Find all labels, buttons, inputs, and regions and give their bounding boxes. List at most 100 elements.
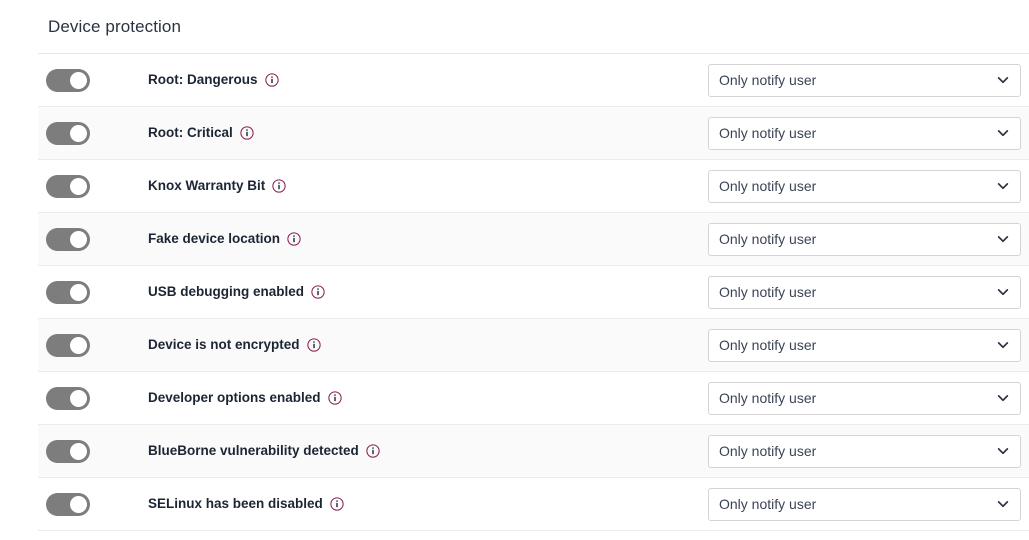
action-select-value: Only notify user [719, 284, 817, 300]
select-cell: Only notify user [708, 169, 1029, 203]
toggle-usb-debugging-enabled[interactable] [46, 280, 90, 304]
action-select[interactable]: Only notify user [708, 434, 1021, 468]
select-cell: Only notify user [708, 222, 1029, 256]
chevron-down-icon [997, 501, 1009, 508]
toggle-cell [38, 68, 148, 92]
toggle-blueborne-vulnerability-detected[interactable] [46, 439, 90, 463]
row-label: Developer options enabled [148, 390, 321, 405]
chevron-down-icon [997, 77, 1009, 84]
info-circle-icon[interactable] [330, 497, 344, 511]
action-select-value: Only notify user [719, 390, 817, 406]
device-protection-rows: Root: Dangerous Only notify user Root: C… [38, 54, 1029, 531]
action-select[interactable]: Only notify user [708, 116, 1021, 150]
info-circle-icon[interactable] [327, 391, 342, 405]
action-select[interactable]: Only notify user [708, 275, 1021, 309]
action-select[interactable]: Only notify user [708, 169, 1021, 203]
page-title: Device protection [48, 17, 182, 36]
toggle-cell [38, 227, 148, 251]
label-cell: Device is not encrypted [148, 336, 708, 354]
toggle-knob [70, 442, 87, 460]
action-select[interactable]: Only notify user [708, 381, 1021, 415]
toggle-knob [70, 336, 87, 354]
info-circle-icon[interactable] [272, 179, 286, 193]
toggle-knob [70, 124, 87, 142]
select-cell: Only notify user [708, 63, 1029, 97]
label-cell: Knox Warranty Bit [148, 177, 708, 195]
toggle-device-is-not-encrypted[interactable] [46, 333, 90, 357]
toggle-knob [70, 283, 87, 301]
toggle-knob [70, 495, 87, 513]
action-select-value: Only notify user [719, 337, 817, 353]
label-cell: Root: Critical [148, 124, 708, 142]
info-circle-icon[interactable] [264, 73, 279, 87]
device-protection-page: Device protection Root: Dangerous Only n… [0, 0, 1029, 540]
action-select-value: Only notify user [719, 231, 817, 247]
chevron-down-icon [997, 448, 1009, 455]
toggle-knob [70, 389, 87, 407]
table-row: Developer options enabled Only notify us… [38, 372, 1029, 425]
row-label: Knox Warranty Bit [148, 178, 266, 193]
toggle-cell [38, 439, 148, 463]
action-select[interactable]: Only notify user [708, 63, 1021, 97]
label-cell: Fake device location [148, 230, 708, 248]
info-circle-icon[interactable] [287, 232, 301, 246]
table-row: Device is not encrypted Only notify user [38, 319, 1029, 372]
label-cell: SELinux has been disabled [148, 495, 708, 513]
chevron-down-icon [997, 289, 1009, 296]
toggle-cell [38, 492, 148, 516]
chevron-down-icon [997, 130, 1009, 137]
section-header: Device protection [0, 0, 1029, 53]
chevron-down-icon [997, 395, 1009, 402]
action-select-value: Only notify user [719, 125, 817, 141]
label-cell: Root: Dangerous [148, 71, 708, 89]
action-select[interactable]: Only notify user [708, 328, 1021, 362]
action-select[interactable]: Only notify user [708, 487, 1021, 521]
info-circle-icon[interactable] [240, 126, 254, 140]
table-row: Root: Dangerous Only notify user [38, 54, 1029, 107]
toggle-cell [38, 280, 148, 304]
row-label: USB debugging enabled [148, 284, 305, 299]
label-cell: Developer options enabled [148, 389, 708, 407]
toggle-cell [38, 386, 148, 410]
toggle-knob [70, 230, 87, 248]
row-label: BlueBorne vulnerability detected [148, 443, 359, 458]
row-label: Root: Critical [148, 125, 233, 140]
toggle-root-critical[interactable] [46, 121, 90, 145]
toggle-selinux-has-been-disabled[interactable] [46, 492, 90, 516]
toggle-root-dangerous[interactable] [46, 68, 90, 92]
table-row: Fake device location Only notify user [38, 213, 1029, 266]
toggle-cell [38, 174, 148, 198]
info-circle-icon[interactable] [306, 338, 321, 352]
toggle-knob [70, 177, 87, 195]
select-cell: Only notify user [708, 328, 1029, 362]
table-row: Knox Warranty Bit Only notify user [38, 160, 1029, 213]
chevron-down-icon [997, 183, 1009, 190]
label-cell: USB debugging enabled [148, 283, 708, 301]
chevron-down-icon [997, 236, 1009, 243]
select-cell: Only notify user [708, 434, 1029, 468]
toggle-knox-warranty-bit[interactable] [46, 174, 90, 198]
label-cell: BlueBorne vulnerability detected [148, 442, 708, 460]
action-select-value: Only notify user [719, 496, 817, 512]
select-cell: Only notify user [708, 381, 1029, 415]
table-row: Root: Critical Only notify user [38, 107, 1029, 160]
action-select-value: Only notify user [719, 72, 817, 88]
table-row: USB debugging enabled Only notify user [38, 266, 1029, 319]
table-row: BlueBorne vulnerability detected Only no… [38, 425, 1029, 478]
action-select-value: Only notify user [719, 178, 817, 194]
row-label: Fake device location [148, 231, 281, 246]
select-cell: Only notify user [708, 275, 1029, 309]
action-select[interactable]: Only notify user [708, 222, 1021, 256]
row-label: SELinux has been disabled [148, 496, 323, 511]
toggle-fake-device-location[interactable] [46, 227, 90, 251]
info-circle-icon[interactable] [311, 285, 325, 299]
toggle-cell [38, 121, 148, 145]
action-select-value: Only notify user [719, 443, 817, 459]
chevron-down-icon [997, 342, 1009, 349]
toggle-cell [38, 333, 148, 357]
info-circle-icon[interactable] [366, 444, 380, 458]
select-cell: Only notify user [708, 116, 1029, 150]
row-label: Device is not encrypted [148, 337, 300, 352]
toggle-knob [70, 71, 87, 89]
toggle-developer-options-enabled[interactable] [46, 386, 90, 410]
